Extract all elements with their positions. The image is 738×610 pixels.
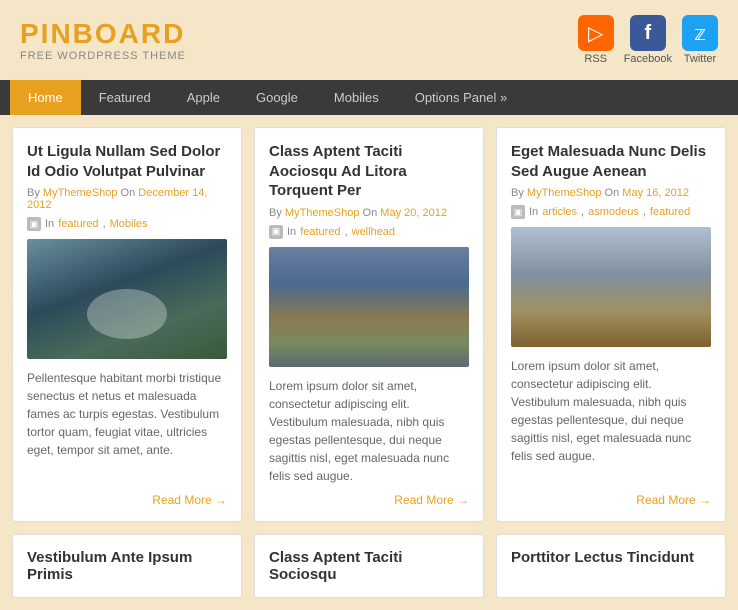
bottom-card-2-title: Class Aptent Taciti Sociosqu: [269, 549, 469, 583]
card-3: Eget Malesuada Nunc Delis Sed Augue Aene…: [496, 127, 726, 522]
facebook-link[interactable]: f Facebook: [624, 15, 672, 65]
card-2-read-more[interactable]: Read More →: [269, 493, 469, 507]
tag-articles[interactable]: articles: [542, 206, 577, 218]
card-3-date: May 16, 2012: [622, 187, 689, 199]
tag-wellhead[interactable]: wellhead: [352, 226, 395, 238]
main-content: Ut Ligula Nullam Sed Dolor Id Odio Volut…: [0, 115, 738, 610]
card-3-meta: By MyThemeShop On May 16, 2012: [511, 187, 711, 199]
card-3-tags: ▣ In articles, asmodeus, featured: [511, 205, 711, 219]
card-2-text: Lorem ipsum dolor sit amet, consectetur …: [269, 377, 469, 485]
nav-mobiles[interactable]: Mobiles: [316, 80, 397, 115]
tag-icon-3: ▣: [511, 205, 525, 219]
card-1-title: Ut Ligula Nullam Sed Dolor Id Odio Volut…: [27, 142, 227, 181]
tag-mobiles[interactable]: Mobiles: [110, 218, 148, 230]
card-3-image: [511, 227, 711, 347]
nav-google[interactable]: Google: [238, 80, 316, 115]
nav-apple[interactable]: Apple: [169, 80, 238, 115]
twitter-label: Twitter: [684, 53, 716, 65]
card-1-read-more[interactable]: Read More →: [27, 493, 227, 507]
card-2-meta: By MyThemeShop On May 20, 2012: [269, 207, 469, 219]
nav-options[interactable]: Options Panel »: [397, 80, 526, 115]
card-2-tags: ▣ In featured, wellhead: [269, 225, 469, 239]
card-2-date: May 20, 2012: [380, 207, 447, 219]
bottom-card-1: Vestibulum Ante Ipsum Primis: [12, 534, 242, 598]
nav-home[interactable]: Home: [10, 80, 81, 115]
rss-link[interactable]: ▷ RSS: [578, 15, 614, 65]
card-2: Class Aptent Taciti Aociosqu Ad Litora T…: [254, 127, 484, 522]
facebook-label: Facebook: [624, 53, 672, 65]
tag-featured[interactable]: featured: [58, 218, 98, 230]
tag-featured-3[interactable]: featured: [650, 206, 690, 218]
site-header: PINBOARD FREE WORDPRESS THEME ▷ RSS f Fa…: [0, 0, 738, 80]
card-3-title: Eget Malesuada Nunc Delis Sed Augue Aene…: [511, 142, 711, 181]
card-1: Ut Ligula Nullam Sed Dolor Id Odio Volut…: [12, 127, 242, 522]
card-1-text: Pellentesque habitant morbi tristique se…: [27, 369, 227, 485]
bottom-card-1-title: Vestibulum Ante Ipsum Primis: [27, 549, 227, 583]
tag-icon: ▣: [27, 217, 41, 231]
card-1-image: [27, 239, 227, 359]
social-icons-group: ▷ RSS f Facebook 𝕫 Twitter: [578, 15, 718, 65]
card-2-author[interactable]: MyThemeShop: [285, 207, 360, 219]
nav-featured[interactable]: Featured: [81, 80, 169, 115]
bottom-card-2: Class Aptent Taciti Sociosqu: [254, 534, 484, 598]
bottom-cards: Vestibulum Ante Ipsum Primis Class Apten…: [12, 534, 726, 598]
tag-icon-2: ▣: [269, 225, 283, 239]
twitter-link[interactable]: 𝕫 Twitter: [682, 15, 718, 65]
rss-label: RSS: [584, 53, 607, 65]
card-3-text: Lorem ipsum dolor sit amet, consectetur …: [511, 357, 711, 485]
logo-title: PINBOARD: [20, 18, 186, 50]
bottom-card-3: Porttitor Lectus Tincidunt: [496, 534, 726, 598]
main-nav: Home Featured Apple Google Mobiles Optio…: [0, 80, 738, 115]
card-3-read-more[interactable]: Read More →: [511, 493, 711, 507]
card-1-tags: ▣ In featured, Mobiles: [27, 217, 227, 231]
cards-grid: Ut Ligula Nullam Sed Dolor Id Odio Volut…: [12, 127, 726, 522]
card-3-author[interactable]: MyThemeShop: [527, 187, 602, 199]
facebook-icon: f: [630, 15, 666, 51]
bottom-card-3-title: Porttitor Lectus Tincidunt: [511, 549, 711, 566]
card-2-title: Class Aptent Taciti Aociosqu Ad Litora T…: [269, 142, 469, 201]
logo-subtitle: FREE WORDPRESS THEME: [20, 50, 186, 62]
card-1-author[interactable]: MyThemeShop: [43, 187, 118, 199]
logo: PINBOARD FREE WORDPRESS THEME: [20, 18, 186, 62]
rss-icon: ▷: [578, 15, 614, 51]
card-2-image: [269, 247, 469, 367]
tag-asmodeus[interactable]: asmodeus: [588, 206, 639, 218]
tag-featured-2[interactable]: featured: [300, 226, 340, 238]
twitter-icon: 𝕫: [682, 15, 718, 51]
card-1-meta: By MyThemeShop On December 14, 2012: [27, 187, 227, 211]
